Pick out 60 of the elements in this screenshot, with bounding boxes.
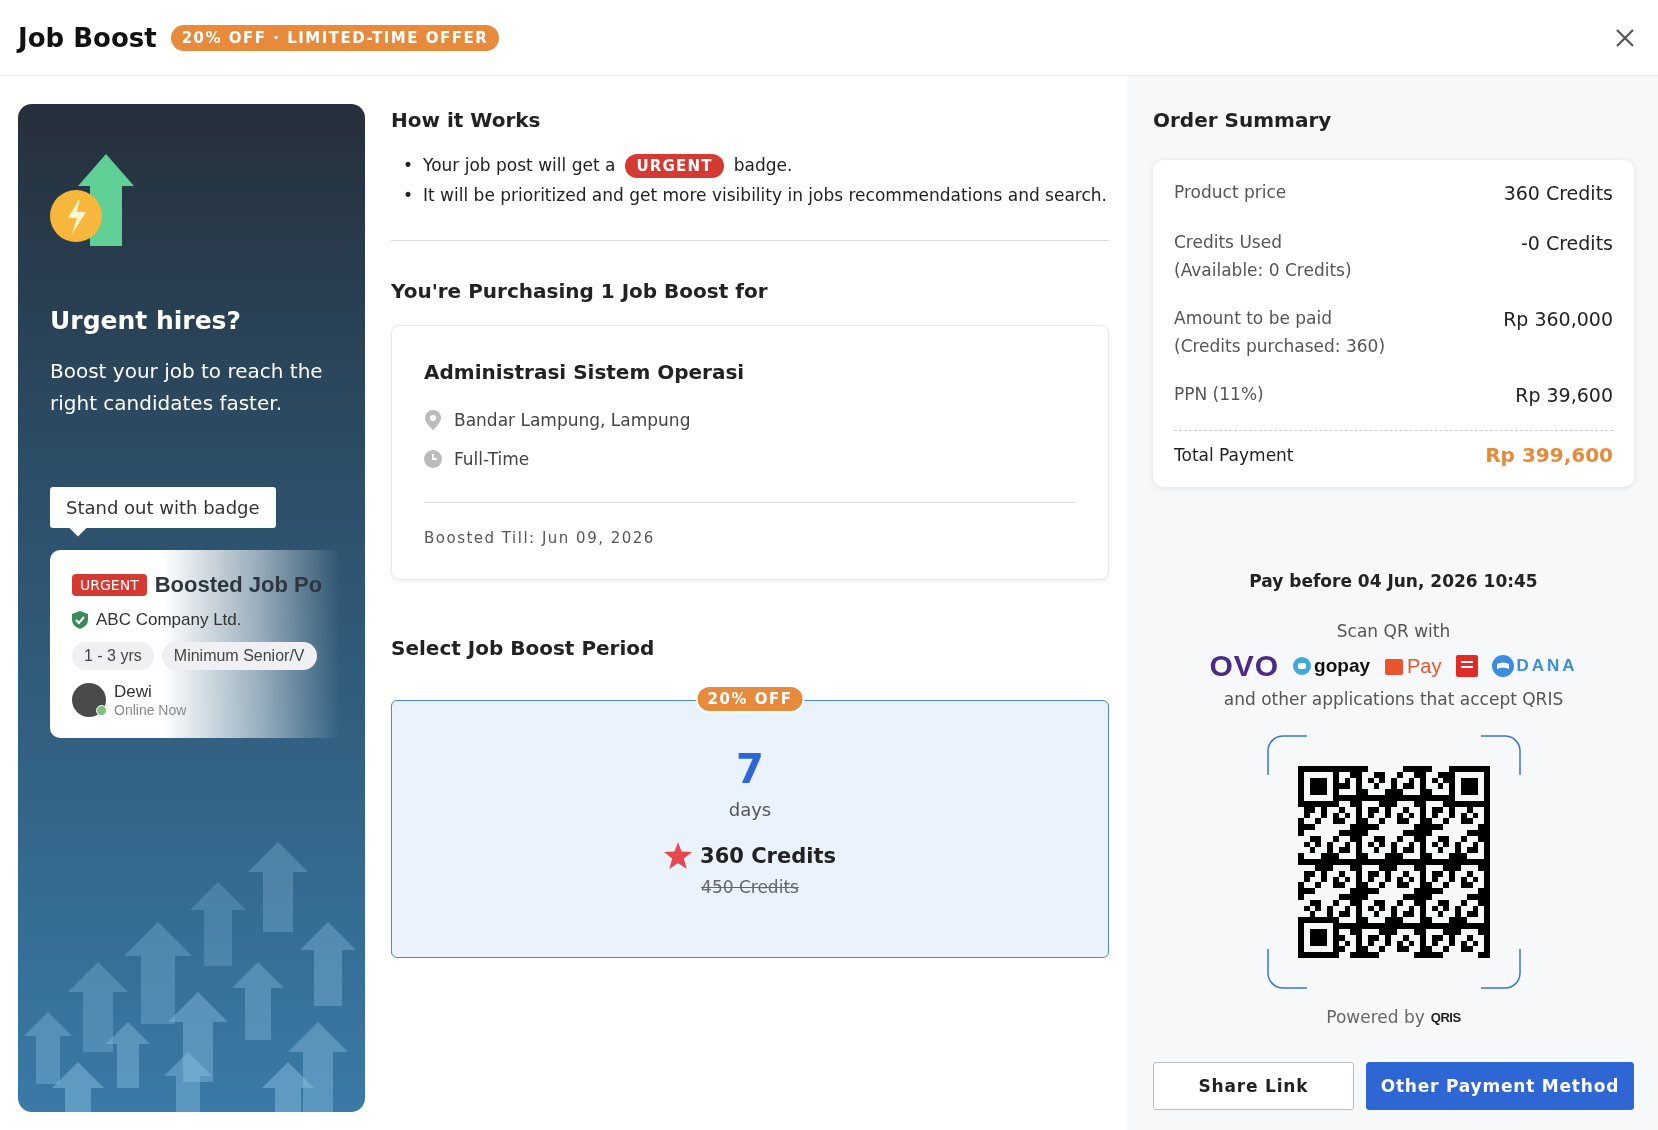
ovo-logo: OVO <box>1209 649 1280 683</box>
boost-arrow-icon <box>50 154 134 246</box>
bullet-marker: • <box>403 184 414 207</box>
dana-logo: DANA <box>1491 655 1578 677</box>
qris-logo: QRIS <box>1430 1009 1461 1025</box>
shopeepay-logo: Pay <box>1384 654 1442 678</box>
bullet-marker: • <box>403 154 414 177</box>
close-icon <box>1614 26 1636 49</box>
summary-value: Rp 39,600 <box>1515 383 1613 408</box>
qris-note: and other applications that accept QRIS <box>1222 689 1565 709</box>
period-price: 360 Credits <box>700 843 836 868</box>
job-type: Full-Time <box>454 448 530 469</box>
urgent-badge: URGENT <box>72 574 147 596</box>
job-title: Administrasi Sistem Operasi <box>424 360 746 384</box>
summary-label: PPN (11%) <box>1174 383 1264 406</box>
dialog-title: Job Boost <box>18 22 157 53</box>
job-tag: Minimum Senior/V <box>161 642 317 670</box>
job-title: Boosted Job Po <box>154 572 323 598</box>
boosted-till: Boosted Till: Jun 09, 2026 <box>424 502 1076 547</box>
payment-deadline: Pay before 04 Jun, 2026 10:45 <box>1248 571 1539 591</box>
share-link-button[interactable]: Share Link <box>1153 1062 1354 1110</box>
scan-label: Scan QR with <box>1335 621 1452 641</box>
promo-heading: Urgent hires? <box>50 306 242 335</box>
promo-badge: 20% OFF · LIMITED-TIME OFFER <box>170 24 500 51</box>
recruiter-name: Dewi <box>114 682 153 702</box>
online-status: Online Now <box>114 702 187 718</box>
location-pin-icon <box>424 409 442 430</box>
promo-text: Boost your job to reach the right candidates faster. <box>50 358 324 417</box>
powered-by: Powered by <box>1326 1007 1425 1027</box>
bullet-text: It will be prioritized and get more visibility in jobs recommendations and search. <box>423 184 1107 207</box>
section-title: How it Works <box>391 108 542 132</box>
section-title: Select Job Boost Period <box>391 636 656 660</box>
total-value: Rp 399,600 <box>1485 443 1613 467</box>
summary-label: Amount to be paid <box>1174 307 1334 330</box>
summary-label: Credits Used <box>1174 231 1283 254</box>
online-dot <box>96 705 107 716</box>
summary-label: Product price <box>1174 181 1287 204</box>
period-unit: days <box>728 799 772 820</box>
linkaja-logo-icon <box>1455 655 1478 677</box>
old-price: 450 Credits <box>701 877 799 897</box>
urgent-badge: URGENT <box>625 154 724 178</box>
bullet-text: Your job post will get a URGENT badge. <box>423 150 793 180</box>
summary-note: (Available: 0 Credits) <box>1174 259 1352 282</box>
payment-method-button[interactable]: Other Payment Method <box>1365 1062 1634 1110</box>
section-title: Order Summary <box>1153 108 1333 132</box>
job-tag: 1 - 3 yrs <box>72 642 154 670</box>
job-location: Bandar Lampung, Lampung <box>454 409 691 430</box>
summary-value: -0 Credits <box>1520 231 1613 256</box>
star-icon <box>664 842 693 869</box>
discount-badge: 20% OFF <box>695 685 805 713</box>
total-label: Total Payment <box>1174 445 1294 465</box>
verified-shield-icon <box>72 611 88 629</box>
gopay-logo: gopay <box>1293 655 1371 677</box>
company-name: ABC Company Ltd. <box>96 610 242 630</box>
section-title: You're Purchasing 1 Job Boost for <box>391 279 769 303</box>
clock-icon <box>424 449 442 468</box>
period-number: 7 <box>736 745 764 793</box>
summary-value: Rp 360,000 <box>1503 307 1613 332</box>
summary-value: 360 Credits <box>1503 181 1613 206</box>
summary-note: (Credits purchased: 360) <box>1174 335 1386 358</box>
